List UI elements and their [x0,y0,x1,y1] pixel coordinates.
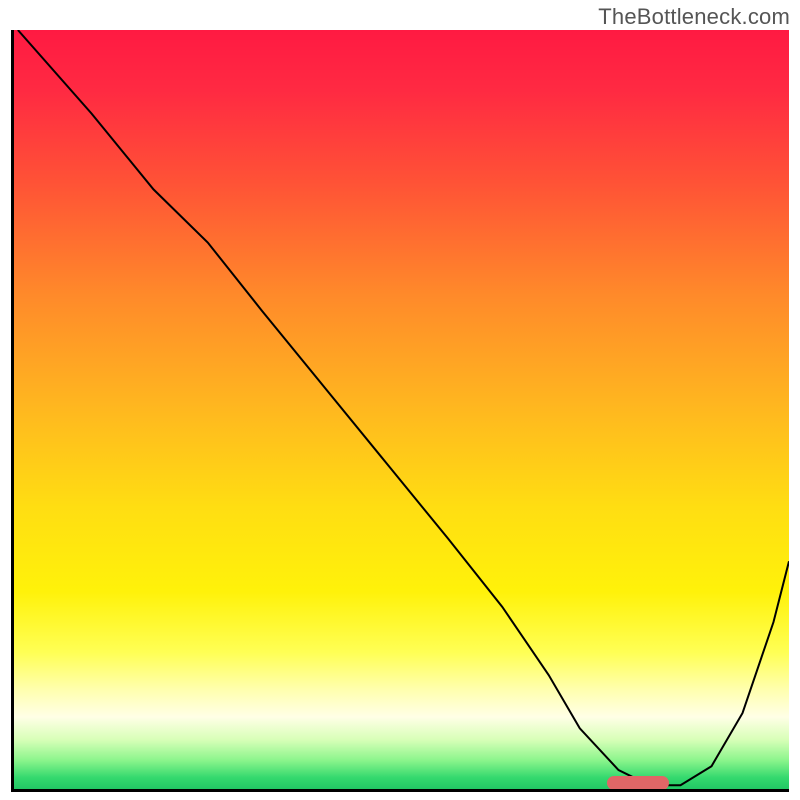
optimal-range-marker [607,776,669,789]
plot-area [11,30,789,792]
watermark-text: TheBottleneck.com [598,4,790,30]
chart-container: TheBottleneck.com [0,0,800,800]
chart-svg [14,30,789,789]
background-rect [14,30,789,789]
plot-inner [14,30,789,789]
